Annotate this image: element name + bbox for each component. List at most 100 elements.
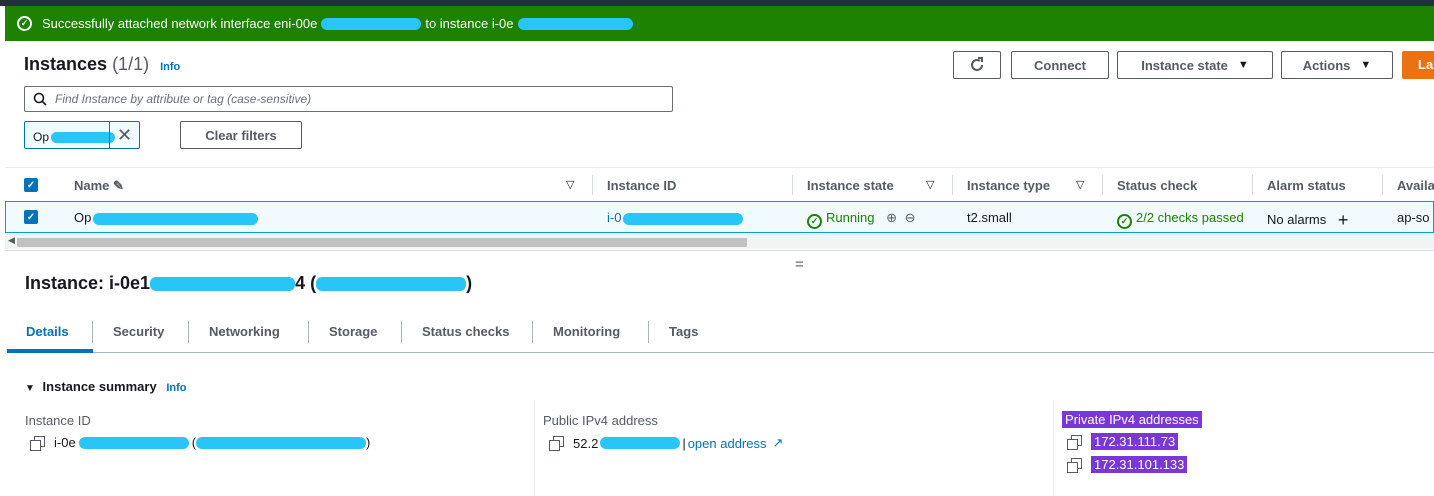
summary-info-link[interactable]: Info	[166, 382, 186, 394]
instance-id-value: i-0e()	[30, 435, 370, 451]
instance-type-cell: t2.small	[967, 210, 1012, 225]
running-check-icon: ✓	[807, 214, 822, 229]
instance-summary-header[interactable]: ▼ Instance summary Info	[25, 379, 187, 394]
connect-button[interactable]: Connect	[1011, 51, 1109, 79]
active-tab-indicator	[7, 349, 93, 353]
tab-networking[interactable]: Networking	[209, 324, 280, 339]
instance-state-label: Instance state	[1141, 57, 1228, 73]
redaction-mark	[321, 17, 422, 30]
tab-details[interactable]: Details	[26, 324, 69, 339]
column-separator	[1382, 175, 1383, 195]
instances-count: (1/1)	[112, 54, 150, 74]
tab-tags[interactable]: Tags	[669, 324, 698, 339]
redaction-mark	[600, 437, 681, 449]
private-ipv4-value: 172.31.111.73	[1067, 433, 1179, 450]
copy-icon[interactable]	[549, 436, 564, 451]
caret-down-icon: ▼	[1360, 59, 1372, 71]
column-header-availability-zone[interactable]: Availa	[1397, 178, 1434, 193]
tab-separator	[188, 321, 189, 343]
column-divider	[1053, 400, 1054, 496]
actions-dropdown[interactable]: Actions ▼	[1281, 51, 1393, 79]
column-header-status-check[interactable]: Status check	[1117, 178, 1197, 193]
redaction-mark	[51, 132, 116, 144]
column-separator	[1102, 175, 1103, 195]
remove-filter-icon[interactable]: ✕	[109, 122, 139, 148]
redaction-mark	[196, 436, 367, 449]
summary-columns: Instance ID i-0e() Public IPv4 address 5…	[5, 400, 1434, 496]
zoom-out-icon[interactable]: ⊖	[905, 210, 916, 225]
alarm-status-cell: No alarms +	[1267, 210, 1349, 230]
row-checkbox[interactable]: ✓	[24, 210, 38, 224]
select-all-checkbox[interactable]: ✓	[24, 178, 38, 192]
column-separator	[792, 175, 793, 195]
instance-id-link[interactable]: i-0	[607, 210, 744, 225]
column-header-name[interactable]: Name ✎	[74, 178, 124, 194]
redaction-mark	[316, 277, 467, 292]
table-row[interactable]: ✓ Op i-0 ✓ Running ⊕ ⊖ t2.small ✓ 2/2 chec…	[5, 201, 1434, 233]
column-separator	[1252, 175, 1253, 195]
resize-handle-icon[interactable]: =	[795, 256, 804, 273]
status-check-icon: ✓	[1117, 214, 1132, 229]
column-header-alarm-status[interactable]: Alarm status	[1267, 178, 1346, 193]
copy-icon[interactable]	[30, 435, 45, 451]
tab-security[interactable]: Security	[113, 324, 164, 339]
pencil-icon: ✎	[113, 178, 124, 193]
instance-state-dropdown[interactable]: Instance state ▼	[1117, 51, 1273, 79]
column-header-instance-id[interactable]: Instance ID	[607, 178, 676, 193]
public-ipv4-label: Public IPv4 address	[543, 413, 658, 428]
tab-separator	[532, 321, 533, 343]
zoom-in-icon[interactable]: ⊕	[886, 210, 897, 225]
clear-filters-button[interactable]: Clear filters	[180, 121, 302, 149]
info-link[interactable]: Info	[160, 61, 180, 73]
add-alarm-icon[interactable]: +	[1338, 210, 1349, 230]
availability-zone-cell: ap-so	[1397, 210, 1430, 225]
search-input[interactable]: Find Instance by attribute or tag (case-…	[24, 86, 673, 112]
details-tabs: Details Security Networking Storage Stat…	[7, 318, 1434, 353]
table-header: ✓ Name ✎ ▽ Instance ID Instance state ▽ …	[5, 167, 1434, 201]
sort-icon[interactable]: ▽	[926, 178, 934, 191]
instance-id-label: Instance ID	[25, 413, 91, 428]
success-flash-banner: ✓ Successfully attached network interfac…	[5, 6, 1434, 41]
actions-label: Actions	[1302, 57, 1351, 73]
private-ipv4-value: 172.31.101.133	[1067, 456, 1188, 473]
flash-message-prefix: Successfully attached network interface …	[42, 16, 318, 31]
tab-monitoring[interactable]: Monitoring	[553, 324, 620, 339]
copy-icon[interactable]	[1067, 457, 1082, 473]
instance-name-cell: Op	[74, 210, 259, 225]
caret-down-icon: ▼	[25, 383, 35, 394]
filter-token[interactable]: Op ✕	[24, 121, 140, 149]
redaction-mark	[150, 277, 296, 292]
page-title: Instances (1/1) Info	[24, 54, 180, 75]
column-separator	[592, 175, 593, 195]
launch-instances-button[interactable]: La	[1402, 51, 1434, 79]
flash-message-middle: to instance i-0e	[425, 16, 514, 31]
tab-separator	[308, 321, 309, 343]
column-header-instance-type[interactable]: Instance type	[967, 178, 1050, 193]
open-address-link[interactable]: open address	[688, 436, 767, 451]
scroll-left-icon[interactable]: ◀	[8, 235, 15, 246]
redaction-mark	[78, 436, 189, 449]
instances-title: Instances	[24, 54, 108, 74]
external-link-icon[interactable]: ↗	[772, 435, 783, 451]
private-ip-2: 172.31.101.133	[1091, 456, 1188, 473]
refresh-button[interactable]	[953, 51, 1001, 79]
column-header-instance-state[interactable]: Instance state	[807, 178, 894, 193]
scrollbar-thumb[interactable]	[17, 238, 747, 247]
tab-separator	[648, 321, 649, 343]
private-ipv4-label: Private IPv4 addresses	[1062, 411, 1202, 428]
tab-status-checks[interactable]: Status checks	[422, 324, 509, 339]
status-check-cell[interactable]: ✓ 2/2 checks passed	[1117, 210, 1244, 229]
instance-state-cell: ✓ Running ⊕ ⊖	[807, 210, 916, 229]
tab-storage[interactable]: Storage	[329, 324, 377, 339]
column-divider	[534, 400, 535, 496]
copy-icon[interactable]	[1067, 434, 1082, 450]
refresh-icon	[971, 57, 983, 71]
caret-down-icon: ▼	[1237, 59, 1249, 71]
instances-table: ✓ Name ✎ ▽ Instance ID Instance state ▽ …	[5, 167, 1434, 233]
column-separator	[952, 175, 953, 195]
sort-icon[interactable]: ▽	[566, 178, 574, 191]
horizontal-scrollbar[interactable]: ◀	[5, 234, 1434, 249]
sort-icon[interactable]: ▽	[1076, 178, 1084, 191]
success-check-icon: ✓	[17, 16, 32, 31]
filter-token-label: Op	[33, 130, 116, 144]
